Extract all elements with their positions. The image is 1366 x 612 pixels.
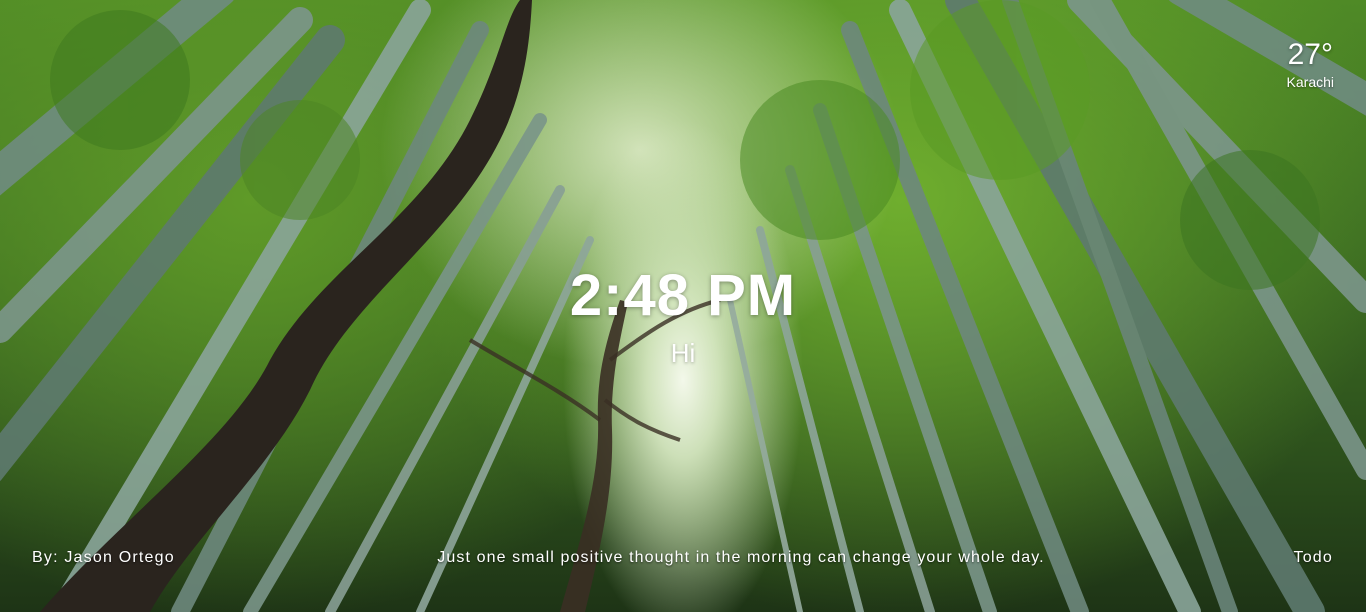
- todo-button[interactable]: Todo: [1294, 549, 1334, 567]
- clock-time: 2:48 PM: [569, 263, 797, 328]
- weather-city: Karachi: [1286, 74, 1334, 90]
- background-photo: 27° Karachi 2:48 PM Hi By: Jason Ortego …: [0, 0, 1366, 612]
- greeting-text: Hi: [670, 338, 696, 368]
- daily-quote: Just one small positive thought in the m…: [437, 549, 1045, 566]
- temperature: 27°: [1287, 38, 1333, 71]
- weather-widget: 27° Karachi: [1287, 38, 1334, 90]
